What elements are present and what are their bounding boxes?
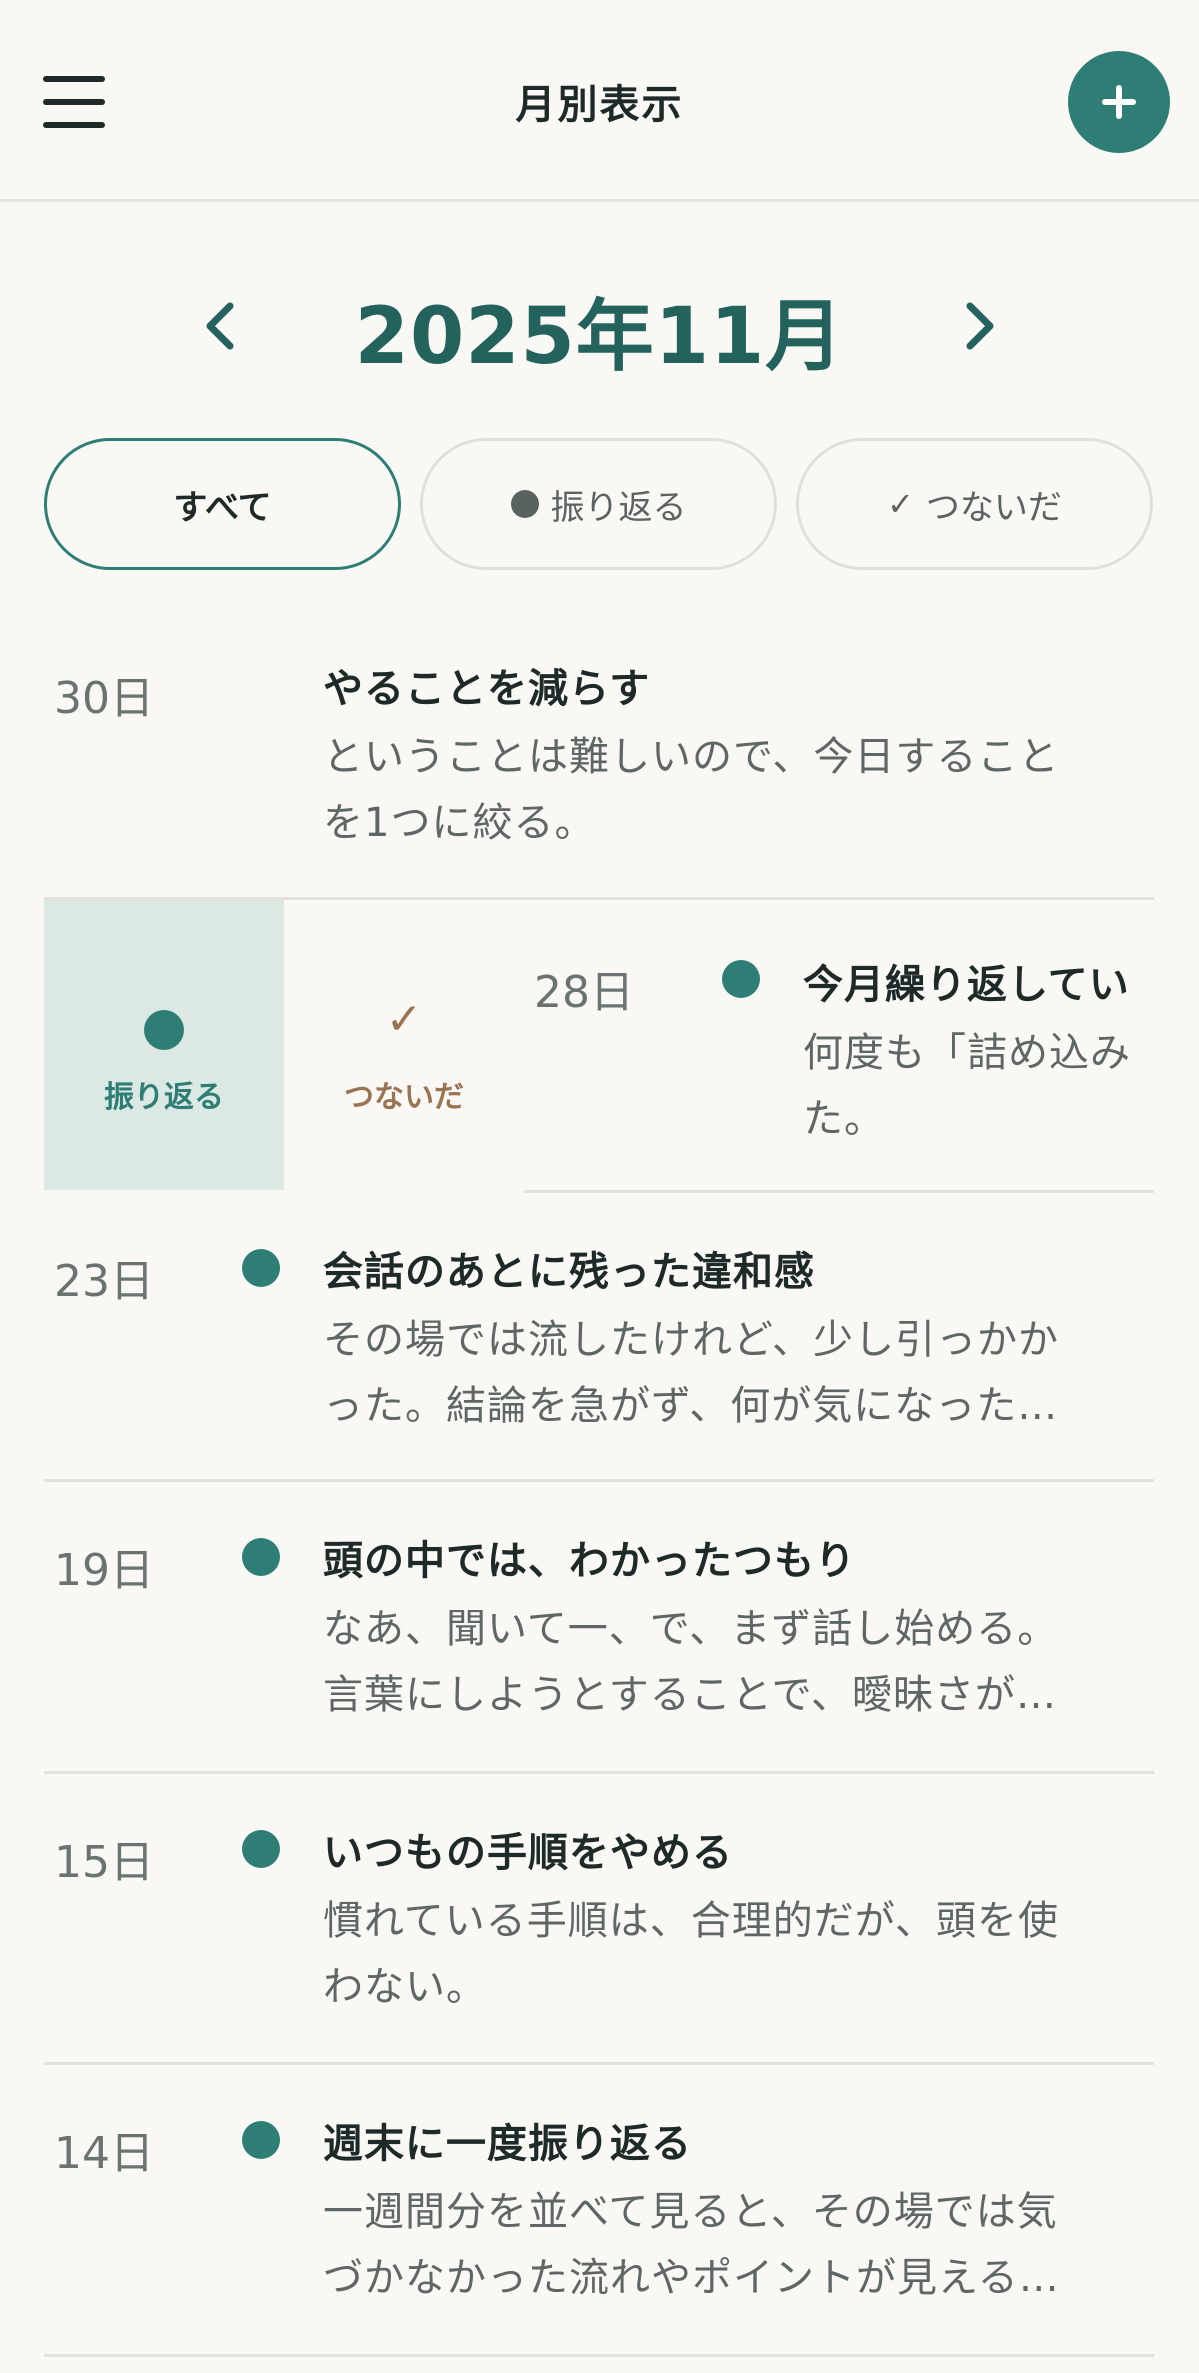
entry-title: やることを減らす bbox=[323, 666, 651, 712]
entry-body-line: づかなかった流れやポイントが見える… bbox=[323, 2255, 1060, 2301]
month-title: 2025年11月 bbox=[354, 292, 845, 382]
entry-body-line: 慣れている手順は、合理的だが、頭を使 bbox=[323, 1898, 1059, 1944]
filter-connect[interactable]: ✓ つないだ bbox=[796, 438, 1153, 570]
filter-all[interactable]: すべて bbox=[44, 438, 401, 570]
add-entry-button[interactable] bbox=[1068, 51, 1170, 153]
reflect-dot-icon bbox=[722, 960, 760, 998]
entry-title: 会話のあとに残った違和感 bbox=[323, 1249, 815, 1295]
entry-title: 週末に一度振り返る bbox=[323, 2121, 692, 2167]
list-item[interactable]: 19日 頭の中では、わかったつもり なあ、聞いて一、で、まず話し始める。 言葉に… bbox=[44, 1482, 1154, 1774]
entry-body-line: わない。 bbox=[323, 1964, 487, 2010]
reflect-dot-icon bbox=[242, 1538, 280, 1576]
entry-title: いつもの手順をやめる bbox=[323, 1830, 733, 1876]
chevron-right-icon[interactable] bbox=[960, 302, 1000, 350]
entry-date: 30日 bbox=[54, 673, 154, 724]
list-item[interactable]: 23日 会話のあとに残った違和感 その場では流したけれど、少し引っかか った。結… bbox=[44, 1193, 1154, 1482]
entry-date: 28日 bbox=[534, 967, 634, 1018]
entry-body-line: 何度も「詰め込み bbox=[803, 1030, 1131, 1076]
app-header: 月別表示 bbox=[0, 0, 1199, 202]
reflect-dot-icon bbox=[242, 1830, 280, 1868]
entry-body-line: を1つに絞る。 bbox=[323, 800, 596, 846]
entry-body-line: 言葉にしようとすることで、曖昧さが… bbox=[323, 1672, 1057, 1718]
entry-date: 19日 bbox=[54, 1545, 154, 1596]
reflect-dot-icon bbox=[242, 1249, 280, 1287]
filter-all-label: すべて bbox=[173, 487, 272, 528]
filter-bar: すべて 振り返る ✓ つないだ bbox=[44, 438, 1154, 570]
entry-date: 15日 bbox=[54, 1837, 154, 1888]
entry-date: 14日 bbox=[54, 2128, 154, 2179]
entry-body-line: った。結論を急がず、何が気になった… bbox=[323, 1383, 1059, 1429]
list-item[interactable]: 30日 やることを減らす ということは難しいので、今日すること を1つに絞る。 bbox=[44, 612, 1154, 900]
entry-title: 頭の中では、わかったつもり bbox=[323, 1538, 856, 1584]
dot-icon bbox=[510, 490, 539, 518]
list-item[interactable]: 14日 週末に一度振り返る 一週間分を並べて見ると、その場では気 づかなかった流… bbox=[44, 2065, 1154, 2357]
entry-body-line: 一週間分を並べて見ると、その場では気 bbox=[323, 2189, 1058, 2235]
entry-body-line: た。 bbox=[803, 1096, 885, 1142]
entry-body-line: ということは難しいので、今日すること bbox=[323, 734, 1060, 780]
entry-body: なあ、聞いて一、で、まず話し始める。 言葉にしようとすることで、曖昧さが… bbox=[323, 1596, 1143, 1728]
list-item[interactable]: 15日 いつもの手順をやめる 慣れている手順は、合理的だが、頭を使 わない。 bbox=[44, 1774, 1154, 2065]
swiped-list-item: 振り返る ✓ つないだ 28日 今月繰り返してい 何度も「詰め込み た。 bbox=[44, 900, 1154, 1193]
month-navigation: 2025年11月 bbox=[0, 262, 1199, 382]
entry-body: 慣れている手順は、合理的だが、頭を使 わない。 bbox=[323, 1888, 1143, 2020]
entry-date: 23日 bbox=[54, 1256, 154, 1307]
entry-body: 何度も「詰め込み た。 bbox=[803, 1020, 1154, 1152]
entry-body: 一週間分を並べて見ると、その場では気 づかなかった流れやポイントが見える… bbox=[323, 2179, 1143, 2311]
list-item[interactable]: 28日 今月繰り返してい 何度も「詰め込み た。 bbox=[524, 900, 1154, 1193]
swipe-reflect-label: 振り返る bbox=[104, 1080, 224, 1115]
entry-body-line: その場では流したけれど、少し引っかか bbox=[323, 1317, 1059, 1363]
filter-connect-label: つないだ bbox=[925, 487, 1062, 528]
entry-body-line: なあ、聞いて一、で、まず話し始める。 bbox=[323, 1606, 1059, 1652]
swipe-reflect-button[interactable]: 振り返る bbox=[44, 900, 284, 1190]
entry-body: ということは難しいので、今日すること を1つに絞る。 bbox=[323, 724, 1143, 856]
reflect-dot-icon bbox=[242, 2121, 280, 2159]
page-title: 月別表示 bbox=[515, 82, 684, 128]
filter-reflect[interactable]: 振り返る bbox=[420, 438, 777, 570]
dot-icon bbox=[44, 1010, 284, 1054]
entry-title: 今月繰り返してい bbox=[803, 962, 1130, 1008]
entry-body: その場では流したけれど、少し引っかか った。結論を急がず、何が気になった… bbox=[323, 1307, 1143, 1439]
entry-list: 30日 やることを減らす ということは難しいので、今日すること を1つに絞る。 … bbox=[44, 612, 1154, 2357]
check-icon: ✓ bbox=[385, 994, 423, 1045]
swipe-connect-label: つないだ bbox=[344, 1080, 464, 1115]
check-icon: ✓ bbox=[887, 485, 914, 523]
filter-reflect-label: 振り返る bbox=[550, 487, 687, 528]
swipe-connect-button[interactable]: ✓ つないだ bbox=[284, 900, 524, 1190]
